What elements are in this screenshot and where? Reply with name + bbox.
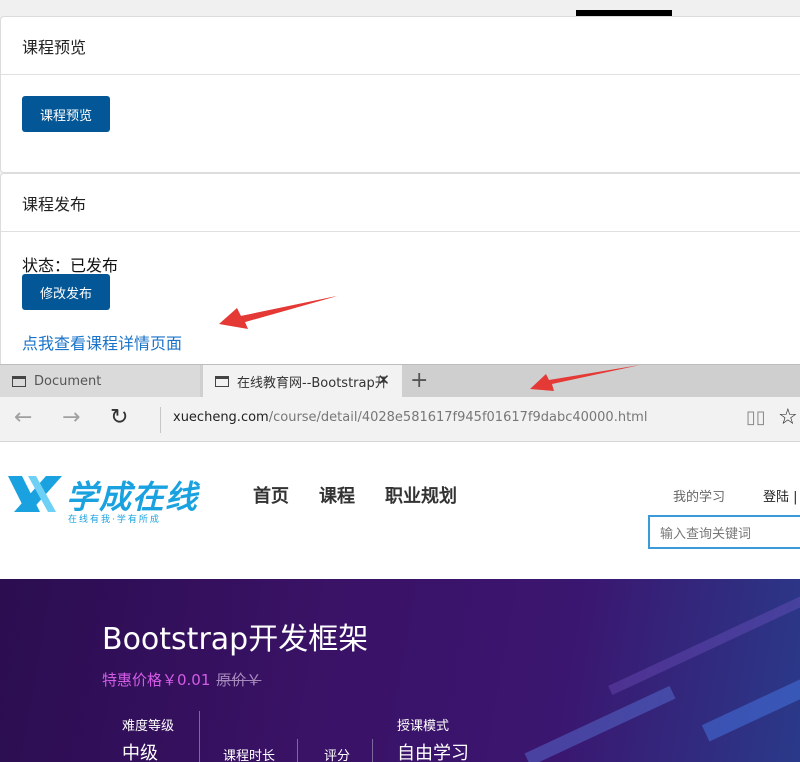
course-detail-link[interactable]: 点我查看课程详情页面 — [22, 330, 182, 354]
new-tab-icon[interactable]: + — [410, 368, 428, 393]
tab-document[interactable]: Document — [0, 365, 200, 397]
course-hero-banner: Bootstrap开发框架 特惠价格￥0.01 原价￥ 难度等级 中级 课程时长 … — [0, 579, 800, 762]
tab-bar: Document 在线教育网--Bootstrap开 ✕ + — [0, 365, 800, 397]
login-link[interactable]: 登陆 | — [763, 486, 798, 505]
site-header: 学成在线 在线有我·学有所成 首页 课程 职业规划 我的学习 登陆 | 输入查询… — [0, 442, 800, 579]
address-separator — [160, 407, 161, 433]
my-learning-link[interactable]: 我的学习 — [673, 486, 725, 505]
tab-course-detail[interactable]: 在线教育网--Bootstrap开 ✕ — [203, 365, 402, 397]
menu-item-career[interactable]: 职业规划 — [385, 482, 457, 508]
course-title: Bootstrap开发框架 — [102, 622, 369, 657]
publish-status: 状态：已发布 — [22, 256, 119, 275]
site-menu: 首页 课程 职业规划 — [253, 482, 457, 508]
tab-label: Document — [34, 373, 102, 389]
mode-label: 授课模式 — [397, 719, 450, 734]
difficulty-value: 中级 — [122, 743, 158, 762]
forward-arrow-icon[interactable]: → — [62, 405, 80, 430]
reload-icon[interactable]: ↻ — [110, 405, 128, 430]
course-publish-panel: 课程发布 状态：已发布 修改发布 点我查看课程详情页面 — [0, 173, 800, 373]
decorative-streak — [524, 685, 676, 762]
top-strip — [0, 0, 800, 16]
address-path: /course/detail/4028e581617f945f01617f9da… — [268, 410, 648, 425]
browser-window: Document 在线教育网--Bootstrap开 ✕ + ← → ↻ xue… — [0, 364, 800, 762]
page-icon — [12, 375, 26, 387]
special-price: 特惠价格￥0.01 — [102, 671, 211, 689]
decorative-streak — [701, 674, 800, 742]
duration-label: 课程时长 — [223, 749, 276, 762]
decorative-streak — [608, 592, 800, 696]
logo-slogan: 在线有我·学有所成 — [68, 515, 161, 525]
red-arrow-icon — [530, 365, 640, 391]
address-bar[interactable]: xuecheng.com/course/detail/4028e581617f9… — [173, 410, 647, 425]
close-tab-icon[interactable]: ✕ — [377, 371, 390, 389]
meta-divider — [297, 739, 298, 762]
original-price: 原价￥ — [216, 671, 262, 689]
reading-view-icon[interactable]: ▯▯ — [746, 407, 766, 428]
menu-item-home[interactable]: 首页 — [253, 482, 289, 508]
rating-label: 评分 — [324, 749, 351, 762]
mode-value: 自由学习 — [397, 743, 469, 762]
course-preview-title: 课程预览 — [1, 17, 800, 75]
course-preview-panel: 课程预览 课程预览 — [0, 16, 800, 173]
favorite-star-icon[interactable]: ☆ — [778, 405, 798, 430]
browser-navbar: ← → ↻ xuecheng.com/course/detail/4028e58… — [0, 397, 800, 442]
site-logo[interactable]: 学成在线 在线有我·学有所成 — [6, 472, 201, 525]
back-arrow-icon[interactable]: ← — [14, 405, 32, 430]
tab-label: 在线教育网--Bootstrap开 — [237, 375, 388, 391]
course-publish-title: 课程发布 — [1, 174, 800, 232]
meta-divider — [199, 711, 200, 762]
course-preview-button[interactable]: 课程预览 — [22, 96, 110, 132]
logo-x-icon — [8, 476, 62, 512]
meta-divider — [372, 739, 373, 762]
modify-publish-button[interactable]: 修改发布 — [22, 274, 110, 310]
price-line: 特惠价格￥0.01 原价￥ — [102, 669, 261, 690]
difficulty-label: 难度等级 — [122, 719, 175, 734]
site-search-input[interactable]: 输入查询关键词 — [648, 515, 800, 549]
menu-item-courses[interactable]: 课程 — [319, 482, 355, 508]
red-arrow-icon — [219, 296, 337, 329]
address-host: xuecheng.com — [173, 410, 269, 425]
page-icon — [215, 375, 229, 387]
